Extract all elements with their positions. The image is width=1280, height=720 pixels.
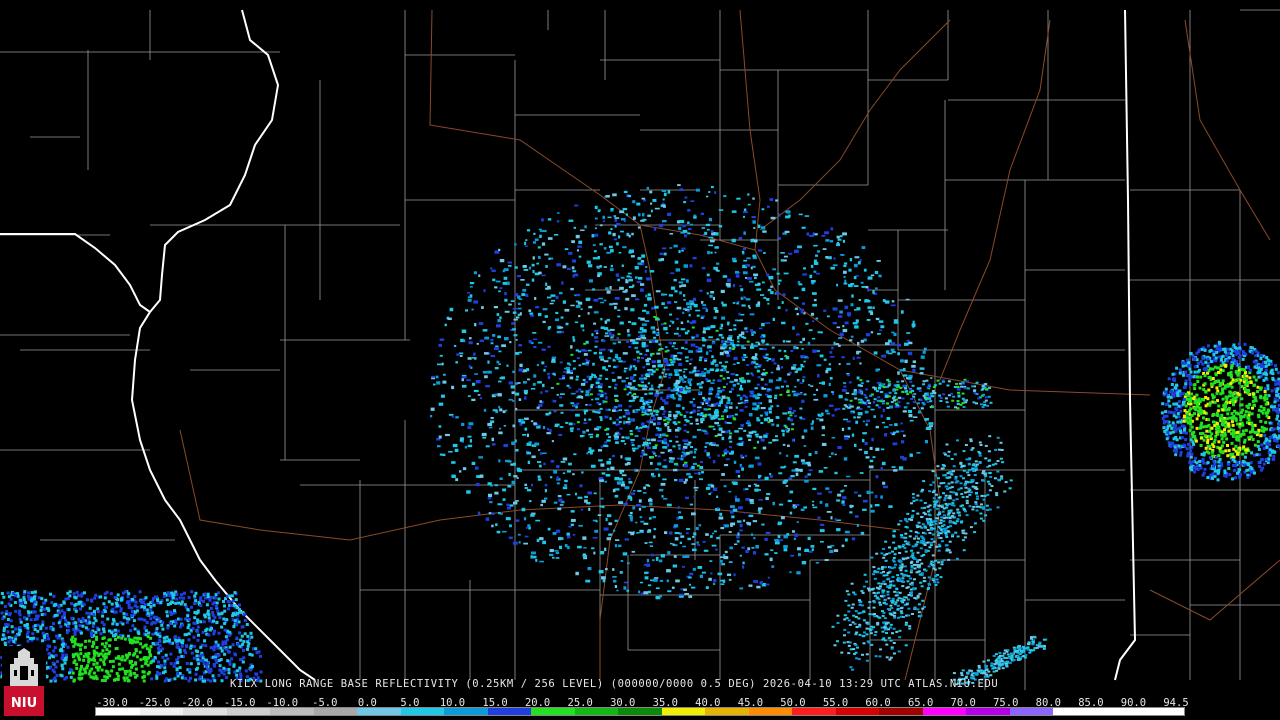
radar-echoes — [0, 184, 1280, 686]
scale-swatch — [226, 708, 271, 715]
scale-swatch — [400, 708, 445, 715]
state-boundaries — [0, 9, 1137, 681]
scale-swatch — [270, 708, 314, 715]
radar-map — [0, 9, 1280, 690]
scale-swatch — [96, 708, 140, 715]
scale-swatch — [879, 708, 923, 715]
scale-swatch — [792, 708, 836, 715]
radar-map-view: NIU KILX LONG RANGE BASE REFLECTIVITY (0… — [0, 0, 1280, 720]
scale-swatch — [618, 708, 662, 715]
scale-swatch — [139, 708, 184, 715]
scale-swatch — [444, 708, 488, 715]
scale-swatch — [1009, 708, 1054, 715]
scale-swatch — [574, 708, 619, 715]
scale-swatch — [1140, 708, 1184, 715]
product-caption: KILX LONG RANGE BASE REFLECTIVITY (0.25K… — [230, 678, 999, 690]
scale-swatch — [1096, 708, 1141, 715]
scale-swatch — [661, 708, 706, 715]
scale-swatch — [748, 708, 793, 715]
scale-swatch — [966, 708, 1010, 715]
scale-swatch — [487, 708, 532, 715]
scale-swatch — [922, 708, 967, 715]
scale-swatch — [183, 708, 227, 715]
scale-swatch — [835, 708, 880, 715]
county-boundaries — [0, 9, 1280, 690]
color-scale-bar — [95, 707, 1185, 716]
scale-swatch — [357, 708, 401, 715]
scale-swatch — [531, 708, 575, 715]
scale-swatch — [1053, 708, 1097, 715]
scale-swatch — [705, 708, 749, 715]
scale-swatch — [313, 708, 358, 715]
